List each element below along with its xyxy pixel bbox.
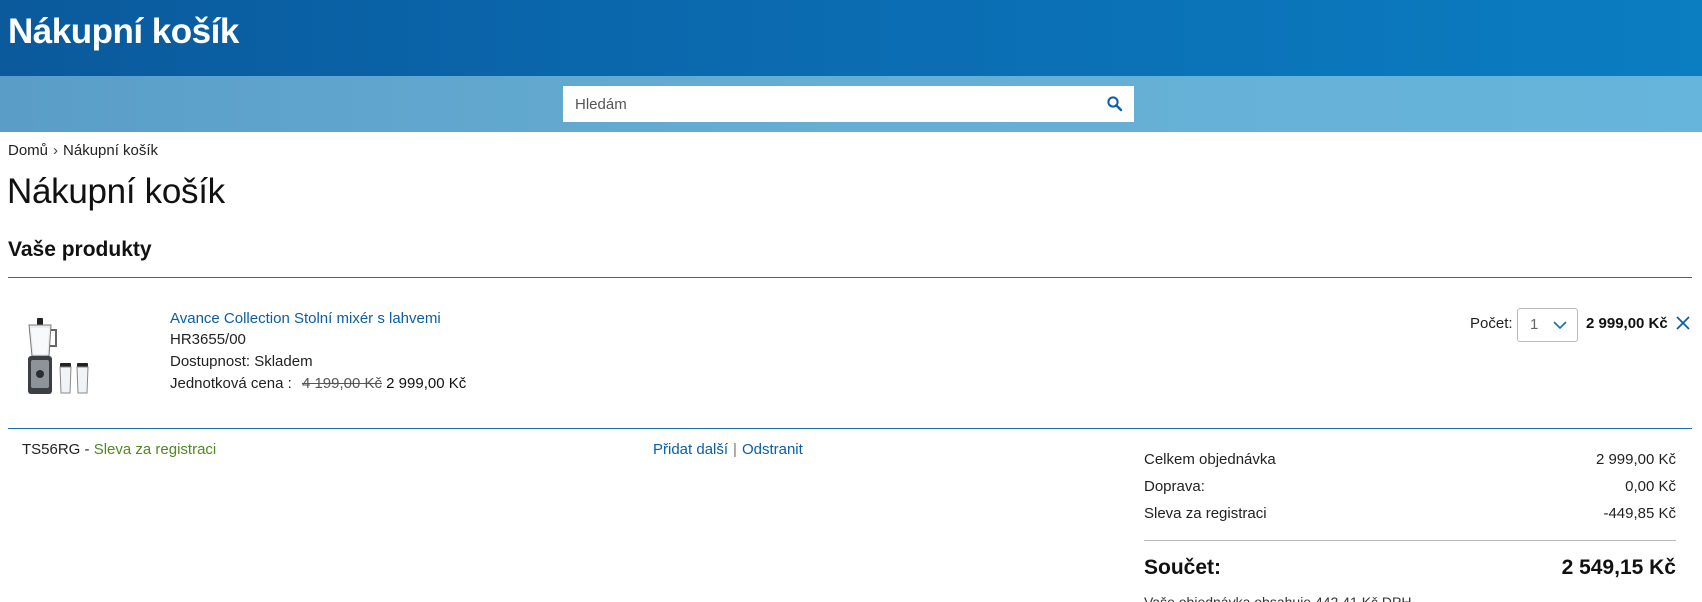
coupon-name: Sleva za registraci: [93, 441, 217, 458]
coupon-info: TS56RG - Sleva za registraci: [22, 441, 216, 458]
total-label: Součet:: [1144, 556, 1222, 579]
actions-separator: |: [733, 441, 737, 458]
summary-amount: -449,85 Kč: [1603, 505, 1676, 522]
product-name-link[interactable]: Avance Collection Stolní mixér s lahvemi: [170, 310, 441, 327]
breadcrumb-separator: ›: [53, 142, 59, 159]
total-amount: 2 549,15 Kč: [1561, 556, 1676, 579]
chevron-down-icon: [1553, 321, 1567, 330]
product-sku: HR3655/00: [170, 331, 246, 348]
quantity-value: 1: [1530, 316, 1539, 333]
search-bar: [0, 76, 1702, 132]
close-icon[interactable]: [1674, 314, 1692, 332]
remove-link[interactable]: Odstranit: [742, 441, 803, 458]
product-availability: Dostupnost: Skladem: [170, 353, 313, 370]
unit-price-row: Jednotková cena : 4 199,00 Kč 2 999,00 K…: [170, 375, 466, 392]
coupon-dash: -: [80, 441, 94, 458]
search-input[interactable]: [563, 86, 1093, 122]
section-divider: [8, 277, 1692, 278]
unit-price-label: Jednotková cena :: [170, 375, 292, 392]
page-title: Nákupní košík: [7, 172, 225, 211]
old-price: 4 199,00 Kč: [301, 375, 382, 392]
quantity-label: Počet:: [1470, 315, 1513, 332]
vat-note: Vaše objednávka obsahuje 442,41 Kč DPH: [1144, 594, 1412, 602]
header-title: Nákupní košík: [8, 12, 239, 51]
summary-label: Doprava:: [1144, 478, 1205, 495]
summary-label: Celkem objednávka: [1144, 451, 1276, 468]
coupon-code: TS56RG: [22, 441, 81, 458]
add-more-link[interactable]: Přidat další: [653, 441, 728, 458]
line-total: 2 999,00 Kč: [1586, 315, 1668, 332]
top-header: Nákupní košík: [0, 0, 1702, 76]
summary-divider: [1144, 540, 1676, 541]
coupon-actions: Přidat další | Odstranit: [653, 441, 803, 458]
section-title: Vaše produkty: [8, 238, 152, 261]
breadcrumb-home[interactable]: Domů: [8, 142, 48, 159]
search-box: [563, 86, 1134, 122]
quantity-select[interactable]: 1: [1517, 308, 1578, 342]
breadcrumb-current: Nákupní košík: [63, 142, 159, 159]
new-price: 2 999,00 Kč: [386, 375, 467, 392]
breadcrumb: Domů › Nákupní košík: [8, 142, 158, 159]
summary-amount: 2 999,00 Kč: [1595, 451, 1676, 468]
product-image[interactable]: [20, 318, 100, 396]
search-icon[interactable]: [1106, 95, 1124, 113]
summary-label: Sleva za registraci: [1144, 505, 1267, 522]
item-divider: [8, 428, 1692, 429]
summary-amount: 0,00 Kč: [1625, 478, 1676, 495]
